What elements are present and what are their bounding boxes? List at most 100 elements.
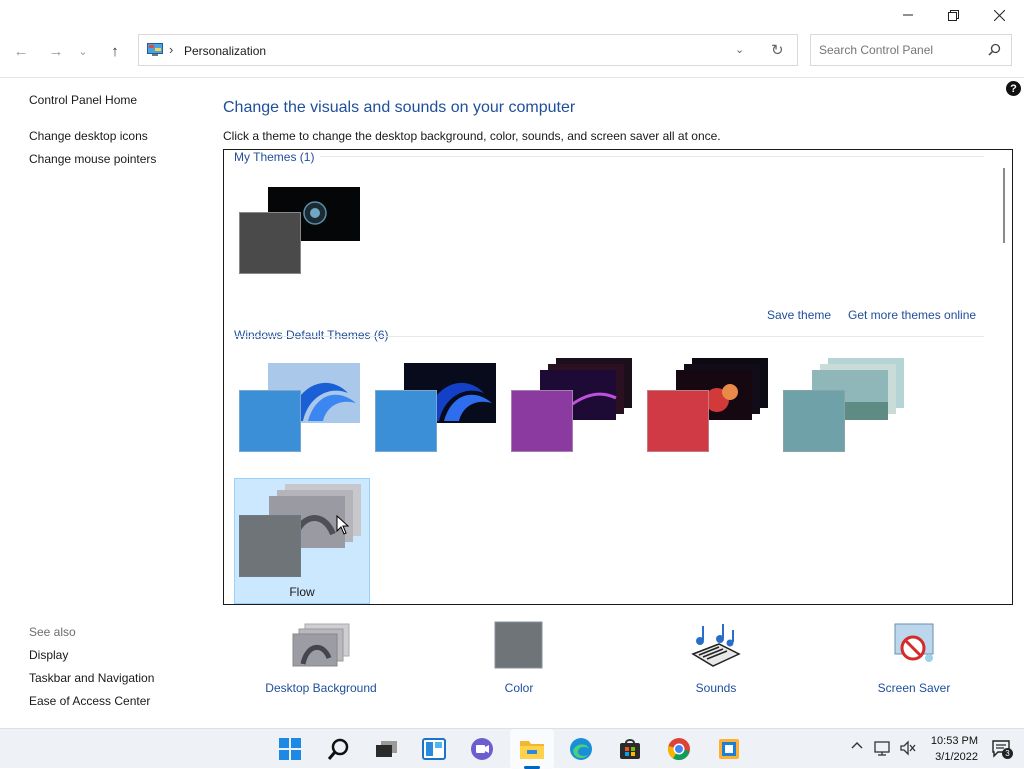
theme-tile-windows-dark[interactable] [370, 358, 506, 484]
header-divider [0, 77, 1024, 78]
search-box[interactable] [810, 34, 1012, 66]
up-button[interactable]: ↑ [102, 38, 128, 64]
screen-saver-label: Screen Saver [877, 681, 951, 695]
scrollbar-thumb[interactable] [1003, 168, 1005, 243]
screen-saver-setting[interactable]: Screen Saver [874, 620, 954, 695]
control-panel-button[interactable] [715, 735, 743, 763]
control-panel-icon [147, 43, 163, 56]
volume-muted-icon [900, 740, 916, 756]
theme-color-swatch [239, 390, 301, 452]
group-divider [320, 156, 984, 157]
scrollbar[interactable] [998, 150, 1012, 604]
theme-color-swatch [647, 390, 709, 452]
restore-button[interactable] [930, 0, 976, 30]
forward-arrow-icon: → [48, 42, 64, 60]
taskbar-navigation-link[interactable]: Taskbar and Navigation [29, 671, 154, 685]
forward-button[interactable]: → [43, 38, 69, 64]
screen-saver-icon [894, 623, 934, 662]
clock-date: 3/1/2022 [935, 751, 978, 763]
refresh-icon[interactable]: ↻ [771, 41, 784, 59]
color-label: Color [504, 681, 534, 695]
theme-tile-glow[interactable] [506, 358, 642, 484]
color-swatch-icon [494, 621, 543, 669]
breadcrumb-personalization[interactable]: Personalization [184, 44, 266, 58]
back-button[interactable]: ← [8, 38, 34, 64]
close-button[interactable] [976, 0, 1022, 30]
address-bar[interactable]: › Personalization ⌄ ↻ [138, 34, 798, 66]
change-desktop-icons-link[interactable]: Change desktop icons [29, 129, 148, 143]
theme-color-swatch [783, 390, 845, 452]
chevron-up-icon [851, 742, 863, 749]
page-description: Click a theme to change the desktop back… [223, 129, 721, 143]
get-more-themes-link[interactable]: Get more themes online [848, 308, 976, 322]
chevron-down-icon: ⌄ [78, 45, 88, 58]
chat-icon [471, 738, 493, 760]
widgets-icon [422, 738, 446, 760]
group-divider [234, 336, 984, 337]
task-view-button[interactable] [373, 735, 401, 763]
default-themes-label: Windows Default Themes (6) [234, 328, 389, 342]
volume-tray-button[interactable] [899, 740, 917, 759]
desktop-background-icon [292, 623, 350, 667]
desktop-background-setting[interactable]: Desktop Background [261, 620, 381, 695]
notification-count-badge: 3 [1002, 748, 1013, 759]
store-icon [620, 739, 640, 759]
restore-icon [947, 9, 959, 21]
theme-color-swatch [239, 515, 301, 577]
theme-name-label: Flow [289, 585, 315, 599]
chat-button[interactable] [468, 735, 496, 763]
minimize-icon [903, 14, 913, 16]
control-panel-home-link[interactable]: Control Panel Home [29, 93, 137, 107]
chrome-browser-icon [667, 738, 690, 761]
theme-tile-sunrise[interactable] [778, 358, 914, 484]
start-button[interactable] [276, 735, 304, 763]
theme-tile-windows-light[interactable] [234, 358, 370, 484]
change-mouse-pointers-link[interactable]: Change mouse pointers [29, 152, 156, 166]
widgets-button[interactable] [420, 735, 448, 763]
see-also-label: See also [29, 625, 76, 639]
network-icon [874, 741, 890, 756]
show-hidden-icons-button[interactable] [851, 740, 863, 752]
theme-tile-captured-motion[interactable] [642, 358, 778, 484]
theme-tile-custom[interactable] [234, 180, 370, 306]
close-icon [993, 9, 1005, 21]
ease-of-access-link[interactable]: Ease of Access Center [29, 694, 150, 708]
breadcrumb-separator: › [169, 42, 174, 57]
navigation-bar: ← → ⌄ ↑ › Personalization ⌄ ↻ [0, 30, 1024, 72]
file-explorer-button[interactable] [518, 735, 546, 763]
theme-list[interactable]: My Themes (1) Save theme Get more themes… [223, 149, 1013, 605]
sounds-icon [691, 624, 741, 667]
theme-color-swatch [511, 390, 573, 452]
edge-button[interactable] [567, 735, 595, 763]
back-arrow-icon: ← [13, 42, 29, 60]
sounds-label: Sounds [695, 681, 737, 695]
search-icon [327, 738, 349, 760]
store-button[interactable] [616, 735, 644, 763]
display-link[interactable]: Display [29, 648, 68, 662]
network-tray-button[interactable] [874, 740, 892, 759]
theme-tile-flow[interactable]: Flow [234, 478, 370, 604]
up-arrow-icon: ↑ [111, 42, 119, 60]
theme-color-swatch [239, 212, 301, 274]
notifications-button[interactable]: 3 [992, 739, 1013, 762]
recent-locations-button[interactable]: ⌄ [73, 38, 93, 64]
sounds-setting[interactable]: Sounds [676, 620, 756, 695]
help-button[interactable]: ? [1006, 81, 1021, 96]
page-title: Change the visuals and sounds on your co… [223, 99, 576, 116]
search-icon[interactable] [988, 43, 1001, 56]
color-setting[interactable]: Color [480, 620, 558, 695]
windows-start-icon [279, 738, 301, 760]
clock-time: 10:53 PM [930, 735, 978, 747]
control-panel-icon [719, 739, 739, 759]
title-bar [0, 0, 1024, 30]
taskbar-search-button[interactable] [325, 735, 353, 763]
taskbar: 10:53 PM 3/1/2022 3 [0, 728, 1024, 769]
desktop-background-label: Desktop Background [265, 681, 377, 695]
minimize-button[interactable] [885, 0, 931, 30]
search-input[interactable] [812, 36, 982, 64]
edge-browser-icon [570, 738, 592, 760]
address-dropdown-icon[interactable]: ⌄ [735, 43, 744, 56]
save-theme-link[interactable]: Save theme [767, 308, 831, 322]
system-clock[interactable]: 10:53 PM 3/1/2022 [922, 733, 978, 765]
chrome-button[interactable] [665, 735, 693, 763]
